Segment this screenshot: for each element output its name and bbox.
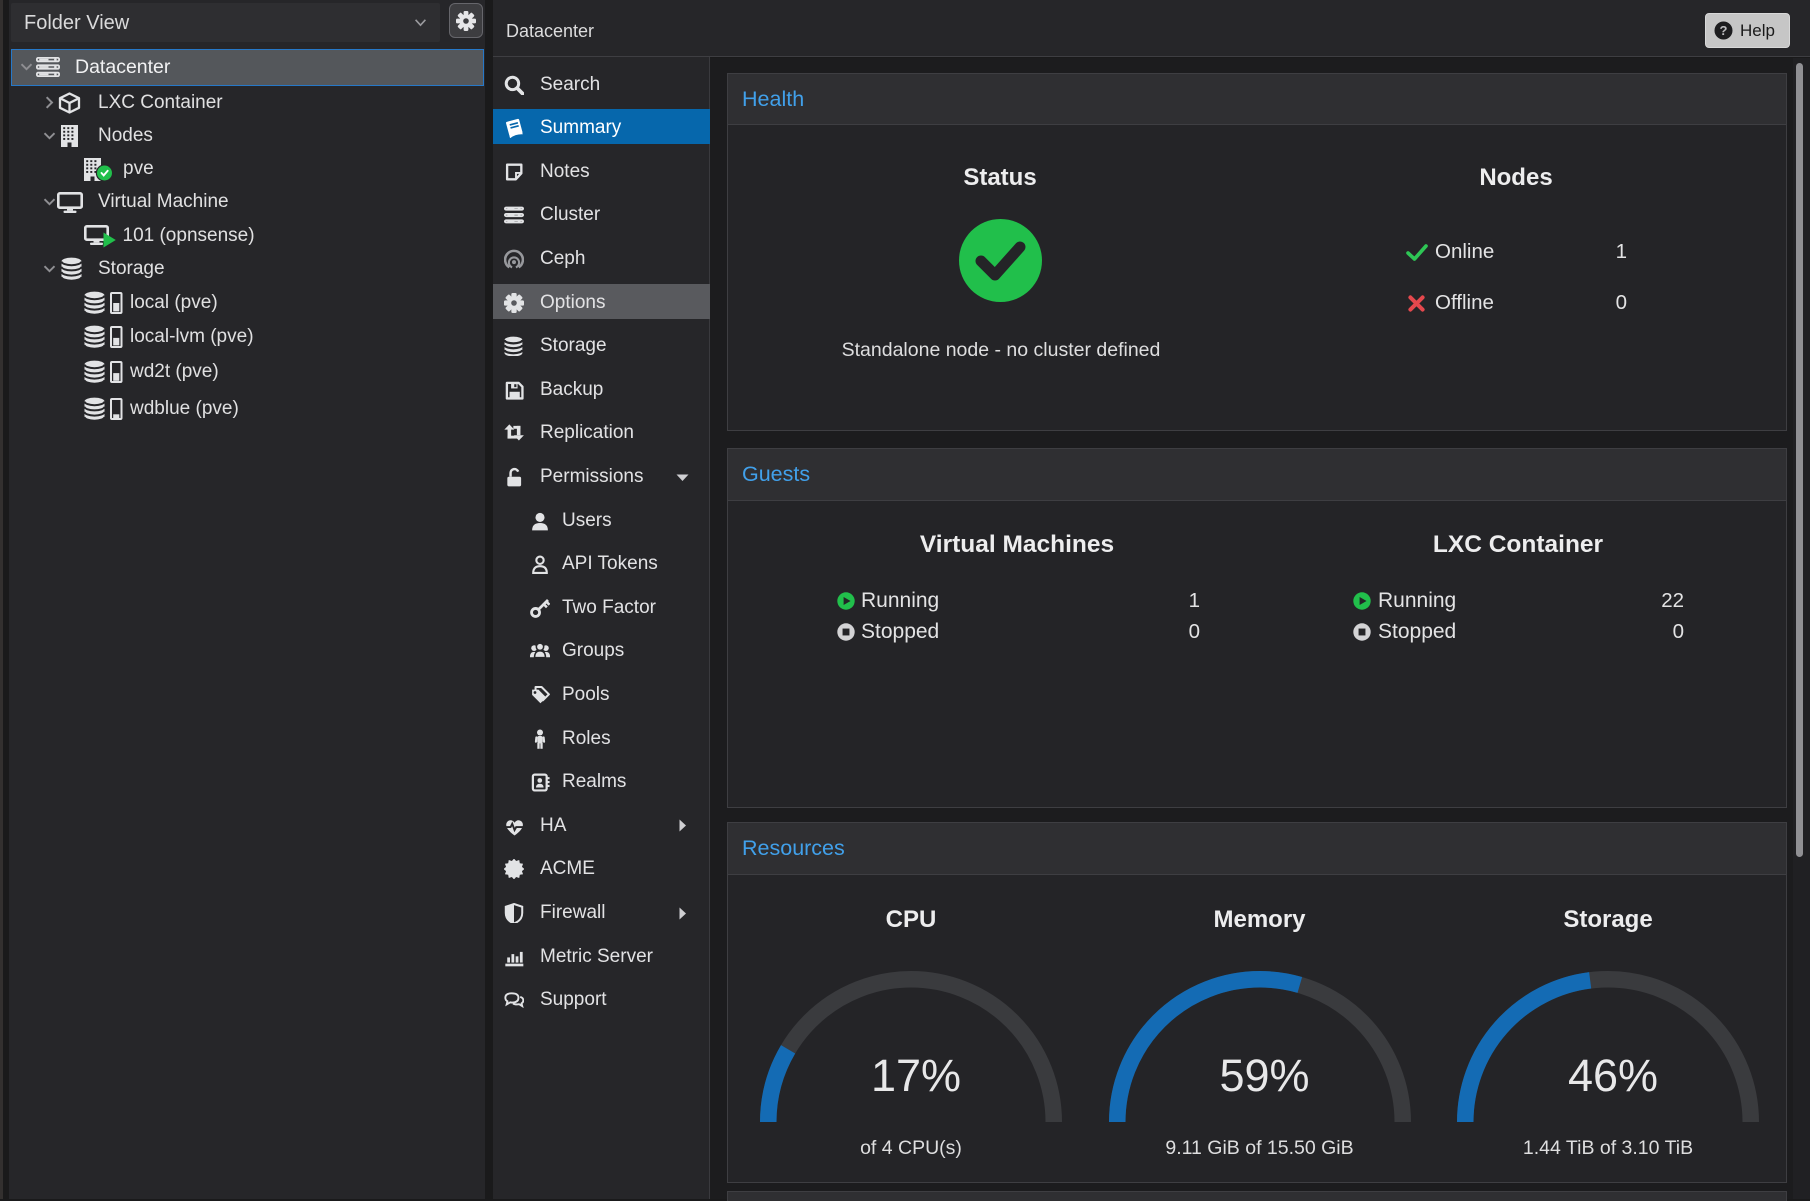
svg-text:?: ? <box>1720 23 1728 38</box>
